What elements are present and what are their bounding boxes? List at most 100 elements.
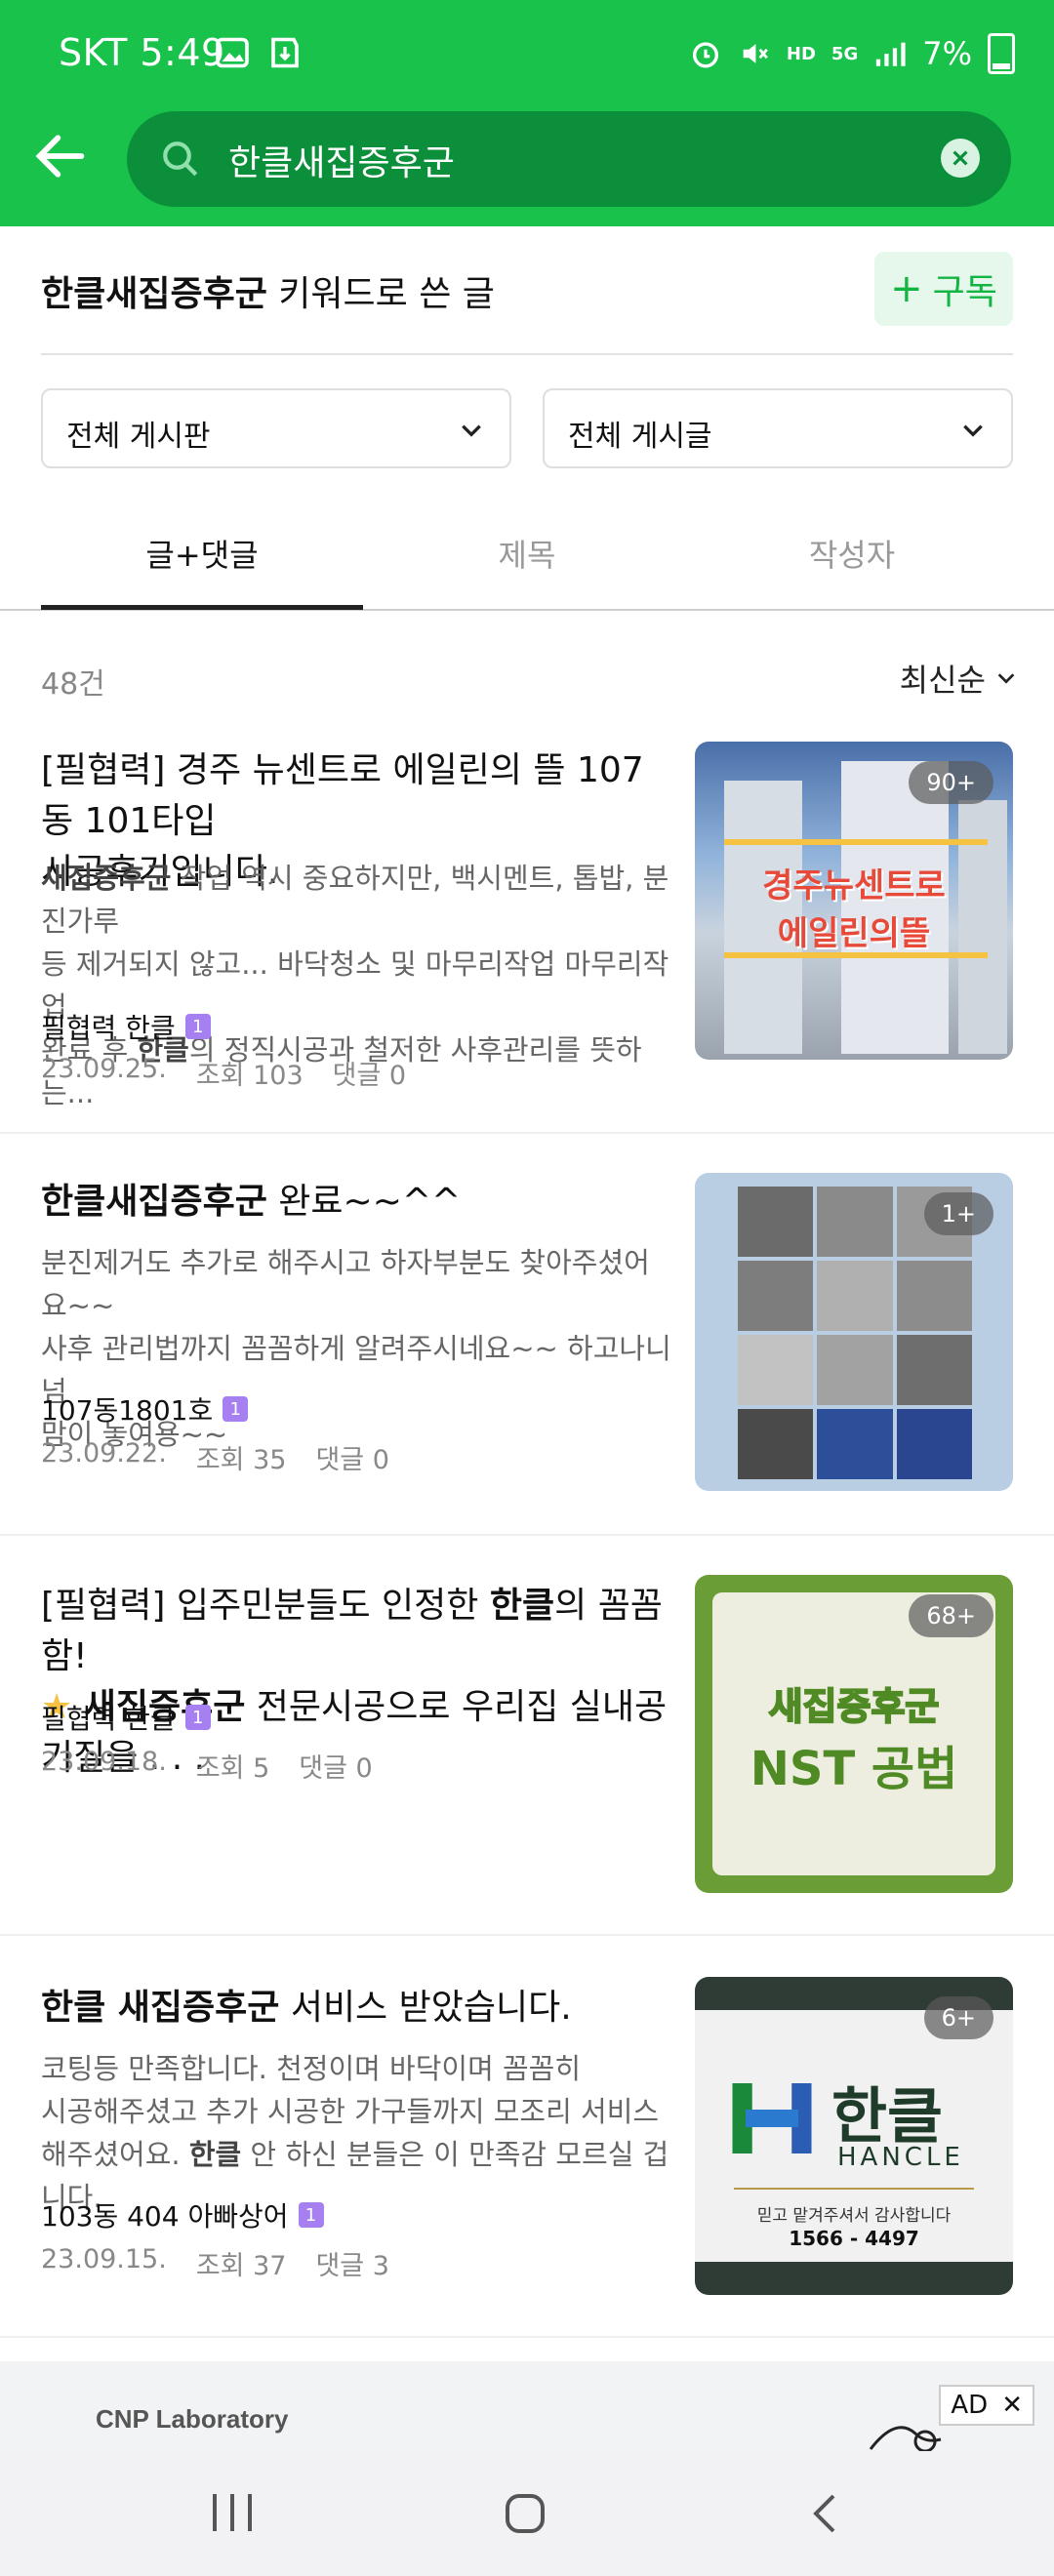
thumb-caption-line: 에일린의뜰 <box>777 914 931 953</box>
back-nav-button[interactable] <box>802 2490 849 2541</box>
grid-photo <box>738 1261 814 1331</box>
post-filter-select[interactable]: 전체 게시글 <box>543 388 1013 468</box>
ad-brand: CNP Laboratory <box>96 2404 289 2434</box>
status-right: HD 5G 7% <box>689 33 1015 74</box>
image-count-badge: 68+ <box>909 1594 993 1637</box>
post-date: 23.09.25. <box>41 1054 167 1084</box>
author-name: 필협력 한클 <box>41 1703 176 1735</box>
search-bar[interactable]: 한클새집증후군 <box>127 111 1011 207</box>
signal-icon <box>876 42 906 66</box>
search-input[interactable]: 한클새집증후군 <box>228 135 455 185</box>
close-icon <box>953 150 968 166</box>
highlight: 한클 새집증후군 <box>41 1988 280 2028</box>
tab-title[interactable]: 제목 <box>366 531 688 576</box>
chevron-down-icon <box>997 673 1015 684</box>
post-thumbnail[interactable]: 경주뉴센트로 에일린의뜰 90+ <box>695 742 1013 1060</box>
highlight: 한클새집증후군 <box>41 1182 267 1222</box>
thumb-phone: 1566 - 4497 <box>789 2227 919 2250</box>
banner-line <box>724 839 988 845</box>
grid-photo <box>817 1187 893 1257</box>
grid-photo <box>896 1261 972 1331</box>
tab-posts-comments[interactable]: 글+댓글 <box>41 531 363 576</box>
post-title-text: [필협력] 입주민분들도 인정한 <box>41 1586 490 1626</box>
image-count-badge: 90+ <box>909 761 993 804</box>
thumb-caption-line: 새집증후군 <box>768 1684 941 1729</box>
carrier-time: SKT 5:49 <box>59 31 225 74</box>
app-header: SKT 5:49 HD 5G 7% 한클새집증후군 <box>0 0 1054 226</box>
level-badge: 1 <box>184 1014 211 1039</box>
status-left-icons <box>215 35 303 70</box>
post-title-line: [필협력] 입주민분들도 인정한 한클의 꼼꼼함! <box>41 1581 675 1682</box>
post-title-text: 완료~~^^ <box>266 1182 462 1222</box>
highlight: 한클 <box>188 2138 242 2171</box>
grid-photo <box>738 1335 814 1405</box>
plus-icon: + <box>890 266 923 311</box>
level-badge: 1 <box>184 1705 211 1730</box>
post-filter-label: 전체 게시글 <box>568 420 712 454</box>
post-title-line: [필협력] 경주 뉴센트로 에일린의 뜰 107동 101타입 <box>41 750 644 841</box>
system-nav-bar <box>0 2451 1054 2576</box>
highlight: 한클 <box>489 1586 555 1626</box>
post-date: 23.09.22. <box>41 1438 167 1469</box>
post-comments: 댓글 0 <box>315 1445 389 1475</box>
status-bar: SKT 5:49 HD 5G 7% <box>0 0 1054 109</box>
keyword-suffix: 키워드로 쓴 글 <box>266 274 495 314</box>
snippet-line: 시공해주셨고 추가 시공한 가구들까지 모조리 서비스 <box>41 2095 660 2128</box>
post-thumbnail[interactable]: 한클 HANCLE 믿고 맡겨주셔서 감사합니다 1566 - 4497 6+ <box>695 1977 1013 2295</box>
subscribe-label: 구독 <box>932 272 997 312</box>
ad-banner[interactable]: CNP Laboratory AD ✕ <box>0 2361 1054 2453</box>
search-icon <box>163 141 198 177</box>
thumb-caption: 새집증후군 NST 공법 <box>695 1676 1013 1798</box>
highlight: 새집증후군 <box>41 862 172 895</box>
post-snippet: 코팅등 만족합니다. 천정이며 바닥이며 꼼꼼히 시공해주셨고 추가 시공한 가… <box>41 2047 675 2219</box>
post-thumbnail[interactable]: 새집증후군 NST 공법 68+ <box>695 1575 1013 1893</box>
post-meta: 23.09.15. 조회 37 댓글 3 <box>41 2244 389 2282</box>
post-comments: 댓글 0 <box>332 1061 407 1091</box>
keyword-term: 한클새집증후군 <box>41 274 267 314</box>
post-comments: 댓글 3 <box>315 2251 389 2281</box>
thumb-slogan: 믿고 맡겨주셔서 감사합니다 <box>756 2206 952 2226</box>
tab-author[interactable]: 작성자 <box>691 531 1013 576</box>
list-item[interactable]: [필협력] 경주 뉴센트로 에일린의 뜰 107동 101타입 시공후기입니다.… <box>0 738 1054 1130</box>
list-item[interactable]: [필협력] 입주민분들도 인정한 한클의 꼼꼼함! ★ 새집증후군 전문시공으로… <box>0 1573 1054 1934</box>
board-filter-select[interactable]: 전체 게시판 <box>41 388 511 468</box>
post-views: 조회 35 <box>195 1445 287 1475</box>
post-title: 한클새집증후군 완료~~^^ <box>41 1177 675 1228</box>
recent-apps-button[interactable] <box>207 2490 258 2539</box>
image-count-badge: 6+ <box>923 1996 993 2039</box>
thumb-caption-line: NST 공법 <box>750 1742 958 1796</box>
grid-photo <box>738 1409 814 1479</box>
post-views: 조회 103 <box>195 1061 304 1091</box>
home-icon <box>506 2494 545 2533</box>
sort-button[interactable]: 최신순 <box>900 656 1017 701</box>
post-meta: 23.09.22. 조회 35 댓글 0 <box>41 1438 389 1476</box>
close-icon[interactable]: ✕ <box>1001 2391 1023 2420</box>
result-count: 48건 <box>41 667 105 702</box>
hd-voice-indicator: HD <box>786 43 816 64</box>
battery-percent: 7% <box>922 35 972 72</box>
thumb-bottom-band <box>695 2262 1013 2295</box>
post-date: 23.09.18. <box>41 1747 167 1777</box>
ad-tag[interactable]: AD ✕ <box>939 2385 1034 2426</box>
divider <box>41 353 1013 355</box>
post-comments: 댓글 0 <box>299 1753 373 1784</box>
subscribe-button[interactable]: + 구독 <box>874 252 1013 326</box>
post-date: 23.09.15. <box>41 2244 167 2274</box>
search-tabs: 글+댓글 제목 작성자 <box>0 507 1054 611</box>
post-meta: 23.09.18. 조회 5 댓글 0 <box>41 1747 373 1785</box>
battery-icon <box>988 33 1015 74</box>
post-author: 필협력 한클 1 <box>41 1007 211 1046</box>
item-divider <box>0 1132 1054 1134</box>
post-views: 조회 5 <box>195 1753 270 1784</box>
snippet-line: 코팅등 만족합니다. 천정이며 바닥이며 꼼꼼히 <box>41 2052 582 2085</box>
back-button[interactable] <box>29 125 92 187</box>
list-item[interactable]: 한클새집증후군 완료~~^^ 분진제거도 추가로 해주시고 하자부분도 찾아주셨… <box>0 1169 1054 1532</box>
grid-photo <box>896 1335 972 1405</box>
home-button[interactable] <box>502 2490 548 2541</box>
item-divider <box>0 1934 1054 1936</box>
post-thumbnail[interactable]: 1+ <box>695 1173 1013 1491</box>
clear-search-button[interactable] <box>941 139 980 178</box>
board-filter-label: 전체 게시판 <box>66 420 211 454</box>
list-item[interactable]: 한클 새집증후군 서비스 받았습니다. 코팅등 만족합니다. 천정이며 바닥이며… <box>0 1975 1054 2336</box>
active-tab-indicator <box>41 605 363 610</box>
